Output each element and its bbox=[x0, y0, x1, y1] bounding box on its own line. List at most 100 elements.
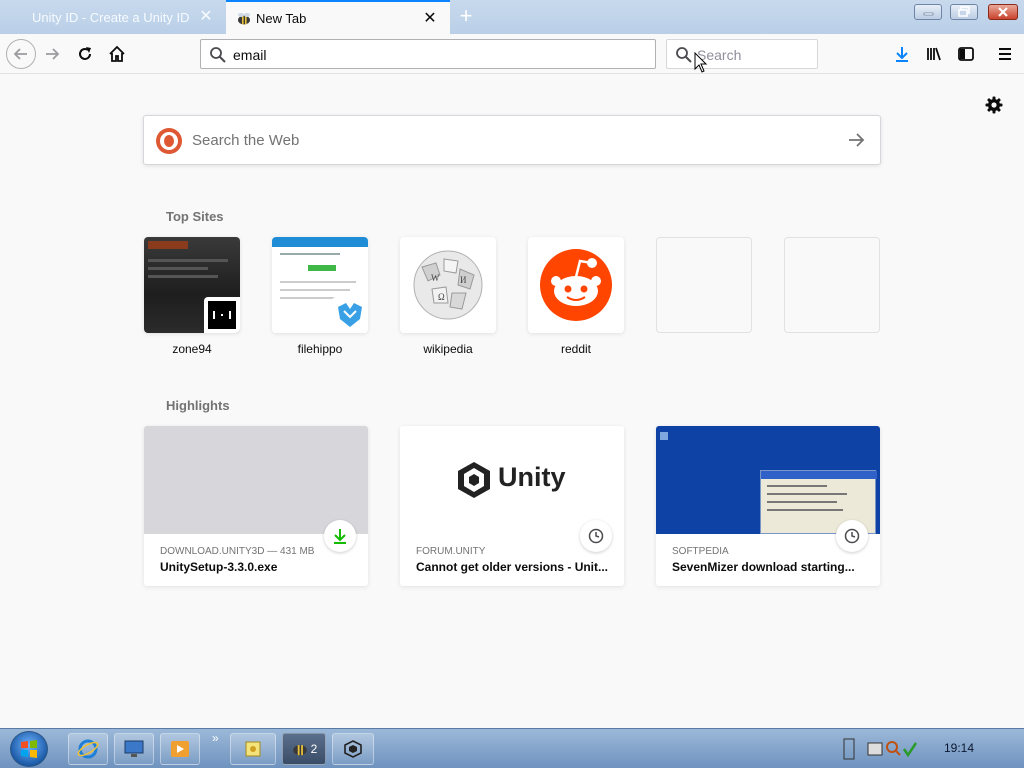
windows-logo-icon bbox=[21, 740, 37, 758]
gear-icon bbox=[985, 96, 1003, 114]
tab-title: Unity ID - Create a Unity ID bbox=[32, 9, 190, 25]
highlight-thumbnail bbox=[656, 426, 880, 534]
taskbar-desktop-button[interactable] bbox=[114, 733, 154, 765]
window-restore-button[interactable] bbox=[950, 4, 978, 20]
arrow-left-icon bbox=[13, 48, 27, 60]
window-close-button[interactable] bbox=[988, 4, 1018, 20]
download-icon bbox=[334, 529, 346, 544]
top-site-label: wikipedia bbox=[423, 342, 473, 356]
highlight-badge bbox=[580, 520, 612, 552]
media-player-icon bbox=[171, 741, 189, 757]
highlight-thumbnail: Unity bbox=[400, 426, 624, 534]
library-button[interactable] bbox=[922, 42, 946, 66]
address-bar[interactable]: email bbox=[200, 39, 656, 69]
wikipedia-globe-icon: W И Ω bbox=[413, 250, 483, 320]
unity-logo-icon bbox=[344, 740, 362, 758]
svg-text:Ω: Ω bbox=[438, 292, 445, 302]
highlight-thumbnail bbox=[144, 426, 368, 534]
highlight-title: Cannot get older versions - Unit... bbox=[416, 560, 609, 574]
highlight-card-unity-forum[interactable]: Unity FORUM.UNITY Cannot get older versi… bbox=[400, 426, 624, 586]
minimize-icon bbox=[923, 12, 934, 16]
taskbar-clock[interactable]: 19:14 bbox=[944, 741, 974, 755]
mouse-cursor-icon bbox=[694, 52, 708, 73]
top-site-label: zone94 bbox=[172, 342, 212, 356]
sidebar-icon bbox=[958, 47, 974, 61]
top-site-tile-zone94[interactable] bbox=[144, 237, 240, 333]
top-site-tile-empty[interactable] bbox=[784, 237, 880, 333]
tab-strip: Unity ID - Create a Unity ID ✕ New Tab ✕… bbox=[0, 0, 1024, 34]
taskbar-group-count: 2 bbox=[310, 742, 318, 756]
reload-button[interactable] bbox=[73, 42, 97, 66]
search-icon bbox=[210, 47, 226, 63]
highlight-badge bbox=[836, 520, 868, 552]
start-button[interactable] bbox=[10, 731, 48, 767]
highlight-card-unitysetup[interactable]: DOWNLOAD.UNITY3D — 431 MB UnitySetup-3.3… bbox=[144, 426, 368, 586]
highlights-heading: Highlights bbox=[166, 398, 230, 413]
svg-text:W: W bbox=[431, 273, 440, 283]
highlight-title: UnitySetup-3.3.0.exe bbox=[160, 560, 278, 574]
clock-icon bbox=[844, 528, 860, 544]
arrow-right-icon bbox=[46, 48, 60, 60]
tab-title: New Tab bbox=[256, 10, 307, 26]
web-search-box[interactable]: Search the Web bbox=[143, 115, 881, 165]
unity-logo-text: Unity bbox=[498, 462, 566, 492]
clock-icon bbox=[588, 528, 604, 544]
taskbar-media-button[interactable] bbox=[160, 733, 200, 765]
highlight-context: FORUM.UNITY bbox=[416, 546, 486, 557]
system-tray bbox=[842, 735, 922, 763]
search-icon bbox=[676, 47, 692, 63]
top-site-tile-reddit[interactable] bbox=[528, 237, 624, 333]
top-site-label: filehippo bbox=[297, 342, 343, 356]
library-icon bbox=[927, 47, 941, 61]
home-button[interactable] bbox=[105, 42, 129, 66]
home-icon bbox=[109, 45, 125, 62]
download-icon bbox=[896, 47, 908, 62]
duckduckgo-logo-icon bbox=[156, 128, 182, 154]
forward-button[interactable] bbox=[40, 42, 64, 66]
zone94-favicon bbox=[204, 297, 240, 333]
new-tab-page: Search the Web Top Sites zone94 filehipp… bbox=[0, 75, 1024, 728]
highlight-card-softpedia[interactable]: SOFTPEDIA SevenMizer download starting..… bbox=[656, 426, 880, 586]
address-bar-value: email bbox=[233, 47, 267, 63]
sticky-app-icon bbox=[245, 741, 261, 757]
windows-taskbar: » 2 19:14 bbox=[0, 728, 1024, 768]
tray-icons[interactable] bbox=[842, 735, 922, 763]
navigation-toolbar: email Search bbox=[0, 34, 1024, 74]
bee-favicon-icon bbox=[292, 745, 307, 756]
tab-new-tab[interactable]: New Tab ✕ bbox=[226, 0, 450, 34]
filehippo-favicon bbox=[332, 297, 368, 333]
downloads-button[interactable] bbox=[890, 42, 914, 66]
highlight-badge bbox=[324, 520, 356, 552]
customize-button[interactable] bbox=[984, 95, 1004, 118]
taskbar-unity-button[interactable] bbox=[332, 733, 374, 765]
reddit-logo-icon bbox=[540, 249, 612, 321]
highlight-context: SOFTPEDIA bbox=[672, 546, 729, 557]
taskbar-firefox-group-button[interactable]: 2 bbox=[282, 733, 326, 765]
hamburger-menu-icon bbox=[999, 48, 1011, 60]
svg-text:И: И bbox=[460, 275, 467, 285]
new-tab-button[interactable]: + bbox=[456, 5, 476, 27]
web-search-placeholder: Search the Web bbox=[192, 132, 300, 149]
taskbar-overflow-chevron[interactable]: » bbox=[212, 731, 219, 745]
taskbar-app-button[interactable] bbox=[230, 733, 276, 765]
search-bar[interactable]: Search bbox=[666, 39, 818, 69]
top-site-tile-filehippo[interactable] bbox=[272, 237, 368, 333]
taskbar-ie-button[interactable] bbox=[68, 733, 108, 765]
unity-logo-icon bbox=[458, 462, 490, 498]
highlight-title: SevenMizer download starting... bbox=[672, 560, 855, 574]
arrow-right-icon[interactable] bbox=[846, 130, 866, 150]
top-site-label: reddit bbox=[560, 342, 592, 356]
close-tab-icon[interactable]: ✕ bbox=[198, 9, 214, 25]
back-button[interactable] bbox=[6, 39, 36, 69]
tab-unity-id[interactable]: Unity ID - Create a Unity ID ✕ bbox=[0, 0, 226, 34]
close-icon bbox=[998, 7, 1008, 17]
restore-icon bbox=[958, 6, 970, 17]
window-minimize-button[interactable] bbox=[914, 4, 942, 20]
close-tab-icon[interactable]: ✕ bbox=[422, 11, 438, 27]
sidebar-button[interactable] bbox=[954, 42, 978, 66]
menu-button[interactable] bbox=[993, 42, 1017, 66]
top-site-tile-wikipedia[interactable]: W И Ω bbox=[400, 237, 496, 333]
top-sites-heading: Top Sites bbox=[166, 209, 224, 224]
top-site-tile-empty[interactable] bbox=[656, 237, 752, 333]
highlight-context: DOWNLOAD.UNITY3D — 431 MB bbox=[160, 546, 315, 557]
